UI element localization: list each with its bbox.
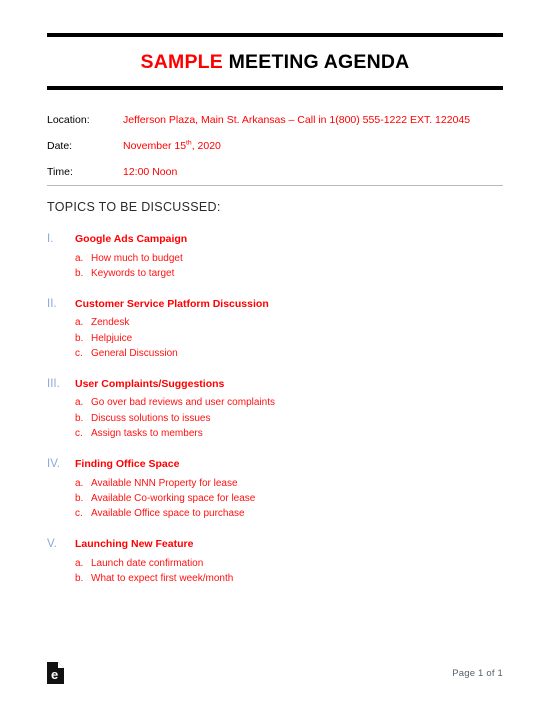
subitem-marker: c.: [75, 347, 83, 359]
document-header: SAMPLE MEETING AGENDA: [47, 33, 503, 91]
subitem-text: Assign tasks to members: [91, 427, 203, 439]
list-item: b. Available Co-working space for lease: [47, 491, 503, 506]
subitem-text: Helpjuice: [91, 332, 133, 344]
topic-title: Finding Office Space: [75, 458, 180, 471]
page-title-rest: MEETING AGENDA: [223, 51, 410, 73]
list-item: a. Launch date confirmation: [47, 556, 503, 571]
detail-row-time: Time: 12:00 Noon: [47, 166, 503, 178]
document-page: SAMPLE MEETING AGENDA Location: Jefferso…: [0, 0, 550, 712]
topic-numeral: II.: [47, 297, 57, 310]
list-item: c. General Discussion: [47, 346, 503, 361]
topic-title: Customer Service Platform Discussion: [75, 297, 269, 310]
subitem-marker: b.: [75, 267, 84, 279]
detail-row-date: Date: November 15th, 2020: [47, 140, 503, 152]
subitem-text: Launch date confirmation: [91, 557, 204, 569]
list-item: a. Available NNN Property for lease: [47, 476, 503, 491]
detail-row-location: Location: Jefferson Plaza, Main St. Arka…: [47, 114, 503, 126]
subitem-text: Keywords to target: [91, 267, 175, 279]
subitem-marker: a.: [75, 252, 84, 264]
list-item: b. What to expect first week/month: [47, 571, 503, 586]
details-divider-rule: [47, 185, 503, 186]
header-bottom-rule: [47, 86, 503, 91]
subitem-marker: b.: [75, 492, 84, 504]
subitem-marker: a.: [75, 317, 84, 329]
topics-outline: I. Google Ads Campaign a. How much to bu…: [47, 232, 503, 602]
list-item: a. Zendesk: [47, 315, 503, 330]
topic-subitems: a. Available NNN Property for lease b. A…: [47, 476, 503, 522]
page-number: Page 1 of 1: [452, 667, 503, 679]
topic-numeral: I.: [47, 233, 54, 245]
topic-section: II. Customer Service Platform Discussion…: [47, 297, 503, 361]
subitem-marker: b.: [75, 412, 84, 424]
subitem-text: Available Co-working space for lease: [91, 492, 256, 504]
topic-section: IV. Finding Office Space a. Available NN…: [47, 457, 503, 521]
list-item: b. Helpjuice: [47, 331, 503, 346]
date-value-year: , 2020: [191, 140, 221, 152]
location-value: Jefferson Plaza, Main St. Arkansas – Cal…: [123, 114, 471, 126]
topic-numeral: IV.: [47, 458, 61, 471]
topic-section-header: I. Google Ads Campaign: [47, 232, 503, 248]
subitem-marker: c.: [75, 507, 83, 519]
date-value: November 15th, 2020: [123, 140, 221, 152]
list-item: b. Discuss solutions to issues: [47, 411, 503, 426]
list-item: c. Available Office space to purchase: [47, 506, 503, 521]
page-footer: e Page 1 of 1: [47, 662, 503, 684]
list-item: a. How much to budget: [47, 251, 503, 266]
topic-title: User Complaints/Suggestions: [75, 377, 225, 390]
topic-section-header: III. User Complaints/Suggestions: [47, 377, 503, 393]
date-value-main: November 15: [123, 140, 187, 152]
topic-section-header: IV. Finding Office Space: [47, 457, 503, 473]
document-e-icon: e: [47, 662, 64, 684]
meeting-details: Location: Jefferson Plaza, Main St. Arka…: [47, 114, 503, 192]
subitem-text: Zendesk: [91, 317, 130, 329]
topics-heading: TOPICS TO BE DISCUSSED:: [47, 200, 221, 214]
topic-section-header: V. Launching New Feature: [47, 537, 503, 553]
subitem-text: Available Office space to purchase: [91, 507, 245, 519]
subitem-text: Go over bad reviews and user complaints: [91, 397, 275, 409]
topic-numeral: III.: [47, 377, 60, 390]
subitem-text: What to expect first week/month: [91, 572, 234, 584]
topic-numeral: V.: [47, 538, 57, 551]
topic-title: Launching New Feature: [75, 538, 194, 551]
subitem-marker: c.: [75, 427, 83, 439]
subitem-text: General Discussion: [91, 347, 178, 359]
topic-subitems: a. How much to budget b. Keywords to tar…: [47, 251, 503, 281]
topic-subitems: a. Launch date confirmation b. What to e…: [47, 556, 503, 586]
topic-section: V. Launching New Feature a. Launch date …: [47, 537, 503, 586]
list-item: b. Keywords to target: [47, 266, 503, 281]
time-value: 12:00 Noon: [123, 166, 178, 178]
subitem-text: How much to budget: [91, 252, 183, 264]
list-item: c. Assign tasks to members: [47, 426, 503, 441]
topic-subitems: a. Zendesk b. Helpjuice c. General Discu…: [47, 315, 503, 361]
subitem-marker: b.: [75, 572, 84, 584]
list-item: a. Go over bad reviews and user complain…: [47, 395, 503, 410]
topic-section: III. User Complaints/Suggestions a. Go o…: [47, 377, 503, 441]
subitem-marker: b.: [75, 332, 84, 344]
subitem-marker: a.: [75, 397, 84, 409]
time-label: Time:: [47, 166, 73, 178]
topic-subitems: a. Go over bad reviews and user complain…: [47, 395, 503, 441]
page-title-accent: SAMPLE: [140, 51, 223, 73]
date-label: Date:: [47, 140, 73, 152]
subitem-text: Available NNN Property for lease: [91, 477, 238, 489]
location-label: Location:: [47, 114, 90, 126]
subitem-text: Discuss solutions to issues: [91, 412, 211, 424]
topic-section-header: II. Customer Service Platform Discussion: [47, 297, 503, 313]
svg-text:e: e: [51, 667, 58, 682]
subitem-marker: a.: [75, 557, 84, 569]
topic-section: I. Google Ads Campaign a. How much to bu…: [47, 232, 503, 281]
page-title: SAMPLE MEETING AGENDA: [47, 37, 503, 86]
subitem-marker: a.: [75, 477, 84, 489]
topic-title: Google Ads Campaign: [75, 233, 188, 245]
